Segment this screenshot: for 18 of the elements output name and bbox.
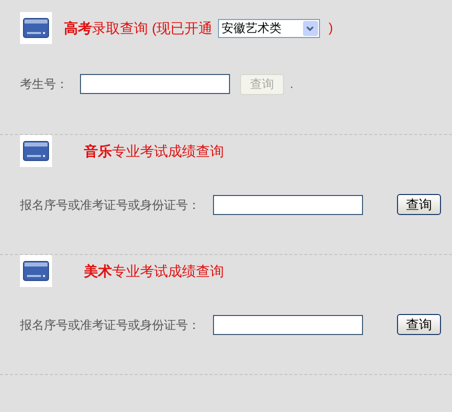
input-field[interactable]	[213, 315, 363, 335]
section-title: 美术专业考试成绩查询	[84, 262, 224, 280]
query-button[interactable]: 查询	[397, 314, 441, 335]
input-field[interactable]	[213, 195, 363, 215]
window-icon	[20, 12, 52, 44]
province-select[interactable]: 安徽艺术类	[218, 18, 320, 38]
section-title: 高考录取查询 (现已开通	[64, 18, 213, 38]
closing-paren: )	[328, 19, 333, 38]
field-label: 考生号：	[20, 76, 69, 93]
input-field[interactable]	[80, 74, 230, 94]
window-icon	[20, 135, 52, 167]
query-button[interactable]: 查询	[397, 194, 441, 215]
window-icon	[20, 255, 52, 287]
caret-icon	[306, 26, 314, 30]
field-label: 报名序号或准考证号或身份证号：	[20, 197, 201, 214]
trailing-dot: .	[290, 76, 294, 93]
section-title: 音乐专业考试成绩查询	[84, 142, 224, 160]
field-label: 报名序号或准考证号或身份证号：	[20, 317, 201, 334]
